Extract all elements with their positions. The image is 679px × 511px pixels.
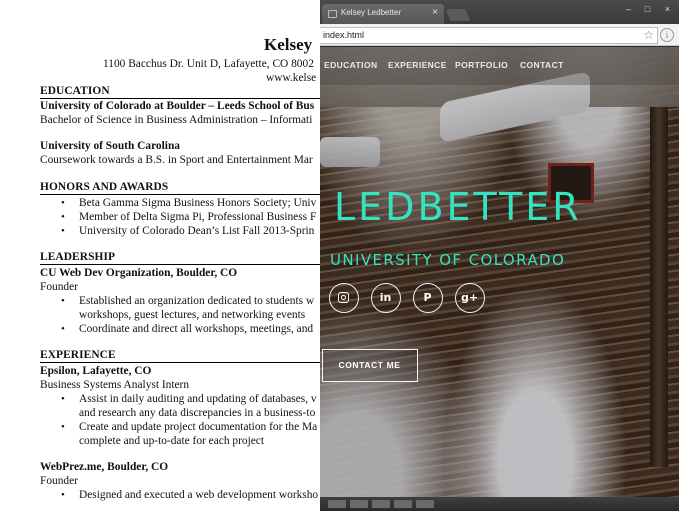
hero-overlay bbox=[320, 47, 679, 497]
tab-title: Kelsey Ledbetter bbox=[341, 8, 402, 17]
instagram-lens bbox=[341, 295, 346, 300]
tab-bar: Kelsey Ledbetter × – □ × bbox=[320, 0, 679, 24]
education-school-2: University of South Carolina bbox=[40, 140, 180, 152]
info-icon[interactable]: i bbox=[660, 28, 674, 42]
tab-close-icon[interactable]: × bbox=[432, 7, 438, 18]
bullet: • bbox=[61, 489, 65, 501]
browser-toolbar: index.html ☆ i bbox=[320, 24, 679, 46]
taskbar-app-icon[interactable] bbox=[350, 500, 368, 508]
hero-name: LEDBETTER bbox=[334, 185, 582, 229]
pinterest-glyph: P bbox=[423, 291, 432, 304]
taskbar-app-icon[interactable] bbox=[394, 500, 412, 508]
linkedin-icon[interactable]: in bbox=[371, 283, 401, 313]
browser-window: Kelsey Ledbetter × – □ × index.html ☆ i … bbox=[320, 0, 679, 511]
taskbar-app-icon[interactable] bbox=[328, 500, 346, 508]
nav-link-contact[interactable]: CONTACT bbox=[520, 60, 564, 70]
pinterest-icon[interactable]: P bbox=[413, 283, 443, 313]
experience-org-2: WebPrez.me, Boulder, CO bbox=[40, 461, 169, 473]
bullet: • bbox=[61, 225, 65, 237]
minimize-icon[interactable]: – bbox=[621, 4, 636, 16]
honors-item: Member of Delta Sigma Pi, Professional B… bbox=[79, 211, 317, 223]
address-bar-text: index.html bbox=[323, 30, 365, 40]
nav-link-experience[interactable]: EXPERIENCE bbox=[388, 60, 447, 70]
honors-item: University of Colorado Dean’s List Fall … bbox=[79, 225, 315, 237]
experience-role-1: Business Systems Analyst Intern bbox=[40, 379, 190, 391]
taskbar-app-icon[interactable] bbox=[416, 500, 434, 508]
contact-me-label: CONTACT ME bbox=[338, 360, 401, 370]
section-rule bbox=[40, 98, 330, 99]
resume-name: Kelsey bbox=[264, 35, 313, 54]
leadership-item-cont: workshops, guest lectures, and networkin… bbox=[79, 309, 306, 321]
nav-link-education[interactable]: EDUCATION bbox=[324, 60, 378, 70]
bullet: • bbox=[61, 295, 65, 307]
instagram-icon[interactable] bbox=[329, 283, 359, 313]
section-heading-experience: EXPERIENCE bbox=[40, 349, 116, 361]
nav-link-portfolio[interactable]: PORTFOLIO bbox=[455, 60, 508, 70]
section-heading-education: EDUCATION bbox=[40, 85, 110, 97]
browser-tab[interactable]: Kelsey Ledbetter × bbox=[322, 4, 444, 24]
bookmark-star-icon[interactable]: ☆ bbox=[643, 28, 654, 43]
education-degree-2: Coursework towards a B.S. in Sport and E… bbox=[40, 154, 313, 166]
taskbar bbox=[320, 497, 679, 511]
bullet: • bbox=[61, 393, 65, 405]
leadership-item: Established an organization dedicated to… bbox=[79, 295, 315, 307]
resume-address: 1100 Bacchus Dr. Unit D, Lafayette, CO 8… bbox=[103, 58, 314, 70]
section-rule bbox=[40, 264, 330, 265]
google-plus-glyph: g+ bbox=[460, 291, 479, 304]
address-bar[interactable]: index.html ☆ bbox=[320, 27, 658, 44]
experience-org-1: Epsilon, Lafayette, CO bbox=[40, 365, 152, 377]
education-degree-1: Bachelor of Science in Business Administ… bbox=[40, 114, 313, 126]
taskbar-app-icon[interactable] bbox=[372, 500, 390, 508]
education-school-1: University of Colorado at Boulder – Leed… bbox=[40, 100, 315, 112]
website-viewport: EDUCATION EXPERIENCE PORTFOLIO CONTACT L… bbox=[320, 47, 679, 497]
page-icon bbox=[328, 10, 337, 18]
site-nav: EDUCATION EXPERIENCE PORTFOLIO CONTACT bbox=[320, 47, 679, 85]
contact-me-button[interactable]: CONTACT ME bbox=[322, 349, 418, 382]
linkedin-glyph: in bbox=[379, 291, 392, 304]
bullet: • bbox=[61, 421, 65, 433]
hero-subtitle: UNIVERSITY OF COLORADO bbox=[330, 251, 566, 269]
bullet: • bbox=[61, 197, 65, 209]
leadership-role: Founder bbox=[40, 281, 78, 293]
experience-item: Designed and executed a web development … bbox=[79, 489, 319, 501]
section-rule bbox=[40, 194, 330, 195]
section-rule bbox=[40, 362, 330, 363]
honors-item: Beta Gamma Sigma Business Honors Society… bbox=[79, 197, 317, 209]
experience-role-2: Founder bbox=[40, 475, 78, 487]
experience-item-cont: complete and up-to-date for each project bbox=[79, 435, 265, 447]
bullet: • bbox=[61, 323, 65, 335]
section-heading-honors: HONORS AND AWARDS bbox=[40, 181, 169, 193]
section-heading-leadership: LEADERSHIP bbox=[40, 251, 116, 263]
window-close-icon[interactable]: × bbox=[660, 4, 675, 16]
leadership-org: CU Web Dev Organization, Boulder, CO bbox=[40, 267, 238, 279]
google-plus-icon[interactable]: g+ bbox=[455, 283, 485, 313]
experience-item: Create and update project documentation … bbox=[79, 421, 318, 433]
experience-item-cont: and research any data discrepancies in a… bbox=[79, 407, 316, 419]
bullet: • bbox=[61, 211, 65, 223]
experience-item: Assist in daily auditing and updating of… bbox=[79, 393, 317, 405]
new-tab-button[interactable] bbox=[445, 9, 471, 21]
resume-website: www.kelse bbox=[266, 72, 317, 84]
maximize-icon[interactable]: □ bbox=[640, 4, 655, 16]
leadership-item: Coordinate and direct all workshops, mee… bbox=[79, 323, 314, 335]
